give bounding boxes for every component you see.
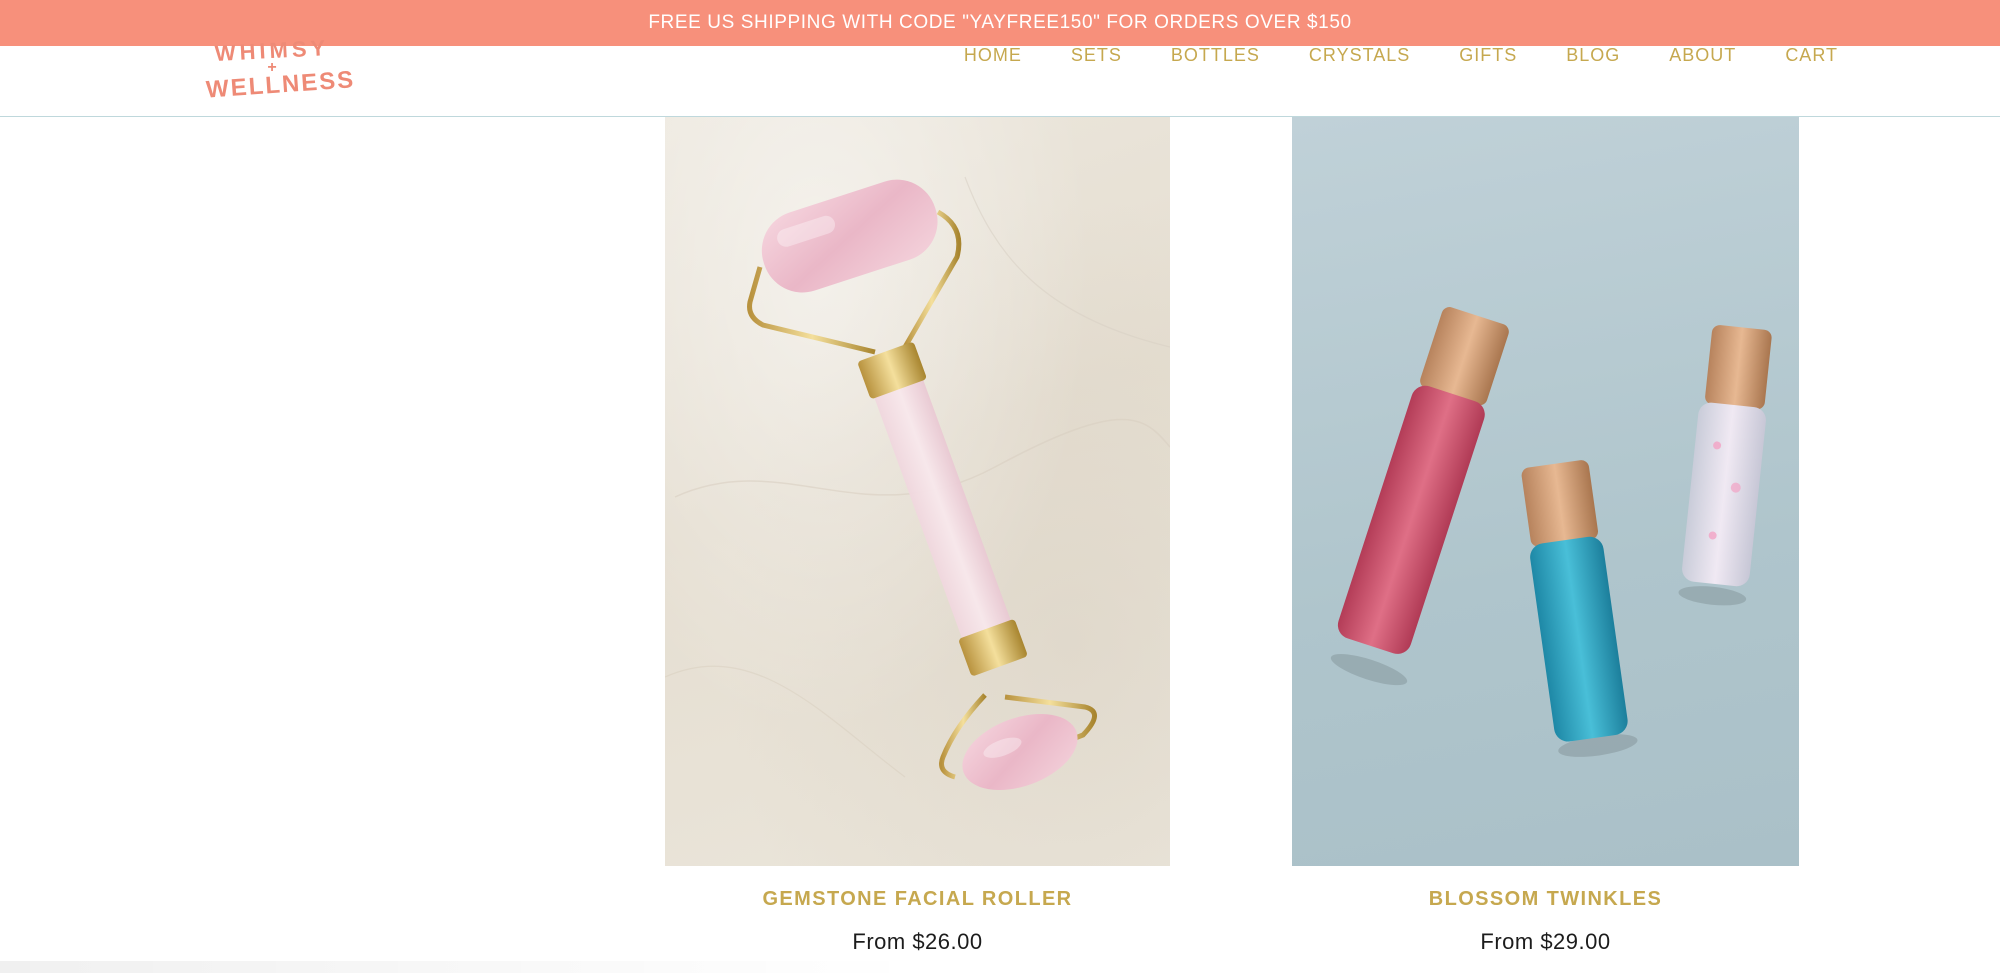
product-price: From $26.00 xyxy=(852,929,983,954)
product-title[interactable]: BLOSSOM TWINKLES xyxy=(1292,888,1799,911)
roller-bottles-illustration xyxy=(1330,307,1772,757)
nav-home[interactable]: HOME xyxy=(964,45,1022,66)
facial-roller-illustration xyxy=(665,176,1170,790)
nav-about[interactable]: ABOUT xyxy=(1669,45,1736,66)
product-image-facial-roller[interactable] xyxy=(665,117,1170,866)
main-nav: HOME SETS BOTTLES CRYSTALS GIFTS BLOG AB… xyxy=(964,45,1838,66)
nav-crystals[interactable]: CRYSTALS xyxy=(1309,45,1410,66)
site-header: WHIMSY + WELLNESS HOME SETS BOTTLES CRYS… xyxy=(0,35,2000,117)
nav-gifts[interactable]: GIFTS xyxy=(1459,45,1517,66)
nav-cart[interactable]: CART xyxy=(1785,45,1838,66)
bottom-shadow xyxy=(0,961,920,973)
nav-bottles[interactable]: BOTTLES xyxy=(1171,45,1260,66)
nav-sets[interactable]: SETS xyxy=(1071,45,1122,66)
product-card[interactable]: GEMSTONE FACIAL ROLLER From $26.00 xyxy=(665,117,1170,955)
product-image-blossom-twinkles[interactable] xyxy=(1292,117,1799,866)
site-logo[interactable]: WHIMSY + WELLNESS xyxy=(205,35,356,104)
logo-line2: WELLNESS xyxy=(205,66,357,104)
product-price: From $29.00 xyxy=(1480,929,1611,954)
product-card[interactable]: BLOSSOM TWINKLES From $29.00 xyxy=(1292,117,1799,955)
product-title[interactable]: GEMSTONE FACIAL ROLLER xyxy=(665,888,1170,911)
nav-blog[interactable]: BLOG xyxy=(1566,45,1620,66)
announcement-text: FREE US SHIPPING WITH CODE "YAYFREE150" … xyxy=(648,12,1352,33)
